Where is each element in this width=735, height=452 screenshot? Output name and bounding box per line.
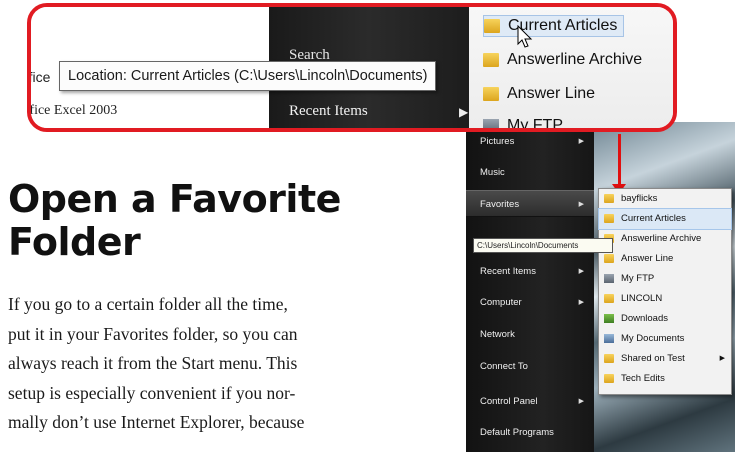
body-line: put it in your Favorites folder, so you … xyxy=(8,323,298,344)
red-arrow-icon xyxy=(618,134,621,186)
body-line: always reach it from the Start menu. Thi… xyxy=(8,353,298,373)
heading-line-2: Folder xyxy=(8,220,141,264)
heading-line-1: Open a Favorite xyxy=(8,177,341,221)
folder-icon xyxy=(483,52,499,67)
chevron-right-icon: ▶ xyxy=(578,299,584,306)
favorite-item-my-documents[interactable]: My Documents xyxy=(599,329,731,349)
chevron-right-icon: ▶ xyxy=(578,138,584,145)
start-item-network[interactable]: Network xyxy=(466,321,594,348)
body-line: mally don’t use Internet Explorer, becau… xyxy=(8,412,305,432)
chevron-right-icon: ▶ xyxy=(578,398,584,405)
folder-icon xyxy=(604,194,614,203)
favorite-item-lincoln[interactable]: LINCOLN xyxy=(599,289,731,309)
network-drive-icon xyxy=(483,118,499,128)
zoom-item-my-ftp[interactable]: My FTP xyxy=(483,117,563,128)
folder-icon xyxy=(604,374,614,383)
zoom-recent-items[interactable]: Recent Items xyxy=(289,103,368,120)
folder-icon xyxy=(604,294,614,303)
favorite-item-downloads[interactable]: Downloads xyxy=(599,309,731,329)
body-line: setup is especially convenient if you no… xyxy=(8,382,296,403)
magazine-page: Open a Favorite Folder If you go to a ce… xyxy=(0,0,735,452)
folder-icon xyxy=(483,86,499,101)
favorite-item-shared-on-test[interactable]: Shared on Test ▶ xyxy=(599,349,731,369)
favorite-item-current-articles[interactable]: Current Articles xyxy=(598,208,732,230)
zoom-item-answer-line[interactable]: Answer Line xyxy=(483,85,595,103)
favorite-item-answerline-archive[interactable]: Answerline Archive xyxy=(599,229,731,249)
chevron-right-icon: ▶ xyxy=(719,355,725,362)
network-drive-icon xyxy=(604,274,614,283)
start-item-music[interactable]: Music xyxy=(466,159,594,186)
favorite-item-my-ftp[interactable]: My FTP xyxy=(599,269,731,289)
folder-icon xyxy=(604,214,614,223)
favorites-submenu: bayflicks Current Articles Answerline Ar… xyxy=(598,188,732,395)
zoom-program-label[interactable]: ffice Excel 2003 xyxy=(31,103,117,119)
chevron-right-icon: ▶ xyxy=(578,268,584,275)
downloads-icon xyxy=(604,314,614,323)
zoom-item-current-articles[interactable]: Current Articles xyxy=(483,15,625,37)
folder-icon xyxy=(484,18,500,33)
mouse-cursor-icon xyxy=(517,25,533,48)
zoom-item-answerline-archive[interactable]: Answerline Archive xyxy=(483,51,642,69)
zoom-program-label: ffice xyxy=(27,69,51,85)
documents-icon xyxy=(604,334,614,343)
favorite-item-tech-edits[interactable]: Tech Edits xyxy=(599,369,731,389)
start-item-pictures[interactable]: Pictures ▶ xyxy=(466,128,594,155)
start-item-connect-to[interactable]: Connect To xyxy=(466,353,594,380)
location-tooltip-small: C:\Users\Lincoln\Documents xyxy=(473,238,613,253)
start-item-computer[interactable]: Computer ▶ xyxy=(466,289,594,316)
start-item-recent-items[interactable]: Recent Items ▶ xyxy=(466,258,594,285)
chevron-right-icon: ▶ xyxy=(578,201,584,208)
folder-icon xyxy=(604,254,614,263)
folder-icon xyxy=(604,354,614,363)
favorite-item-answer-line[interactable]: Answer Line xyxy=(599,249,731,269)
start-item-control-panel[interactable]: Control Panel ▶ xyxy=(466,388,594,415)
article-body: If you go to a certain folder all the ti… xyxy=(8,290,458,438)
zoom-callout: ffice ffice Excel 2003 Search Recent Ite… xyxy=(27,3,677,132)
location-tooltip: Location: Current Articles (C:\Users\Lin… xyxy=(59,61,437,91)
article-heading: Open a Favorite Folder xyxy=(8,178,448,264)
start-menu-right-column: Pictures ▶ Music Favorites ▶ Recent Items ▶… xyxy=(466,122,594,452)
start-item-favorites[interactable]: Favorites ▶ xyxy=(466,190,594,217)
start-item-default-programs[interactable]: Default Programs xyxy=(466,419,594,446)
body-line: If you go to a certain folder all the ti… xyxy=(8,294,288,314)
favorite-item-bayflicks[interactable]: bayflicks xyxy=(599,189,731,209)
chevron-right-icon: ▶ xyxy=(459,105,469,119)
